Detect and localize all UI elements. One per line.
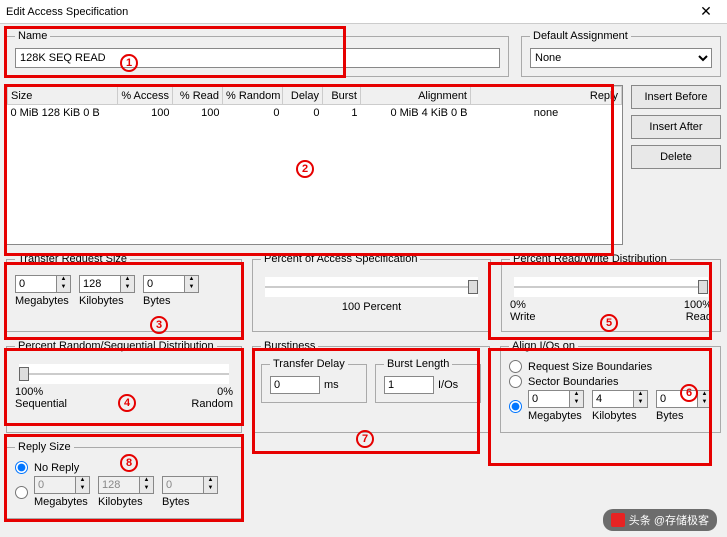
name-input[interactable] — [15, 48, 500, 68]
align-request-size-radio[interactable] — [509, 360, 522, 373]
spinner-icon: ▲▼ — [140, 476, 154, 494]
col-size: Size — [8, 87, 118, 105]
spinner-icon: ▲▼ — [204, 476, 218, 494]
spinner-icon[interactable]: ▲▼ — [634, 390, 648, 408]
random-seq-dist-group: Percent Random/Sequential Distribution 1… — [6, 340, 242, 433]
spinner-icon: ▲▼ — [76, 476, 90, 494]
trs-b-input[interactable] — [143, 275, 185, 293]
watermark: 头条 @存储极客 — [603, 509, 717, 531]
burst-length-group: Burst Length I/Os — [375, 358, 481, 403]
transfer-request-size-group: Transfer Request Size ▲▼Megabytes ▲▼Kilo… — [6, 253, 242, 332]
burst-length-input[interactable] — [384, 376, 434, 394]
default-assignment-group: Default Assignment None — [521, 30, 721, 77]
reply-custom-radio[interactable] — [15, 486, 28, 499]
percent-access-slider[interactable] — [265, 277, 478, 297]
percent-access-spec-group: Percent of Access Specification 100 Perc… — [252, 253, 491, 332]
spinner-icon[interactable]: ▲▼ — [570, 390, 584, 408]
access-spec-table[interactable]: Size % Access % Read % Random Delay Burs… — [6, 85, 623, 245]
spinner-icon[interactable]: ▲▼ — [185, 275, 199, 293]
reply-size-group: Reply Size No Reply ▲▼Megabytes ▲▼Kiloby… — [6, 441, 242, 519]
col-access: % Access — [118, 87, 173, 105]
name-group: Name — [6, 30, 509, 77]
delete-button[interactable]: Delete — [631, 145, 721, 169]
spinner-icon[interactable]: ▲▼ — [121, 275, 135, 293]
col-reply: Reply — [471, 87, 622, 105]
reply-mb-input — [34, 476, 76, 494]
read-write-dist-group: Percent Read/Write Distribution 0%Write … — [501, 253, 721, 332]
col-read: % Read — [173, 87, 223, 105]
align-io-group: Align I/Os on Request Size Boundaries Se… — [500, 340, 721, 433]
align-mb-input[interactable] — [528, 390, 570, 408]
trs-kb-input[interactable] — [79, 275, 121, 293]
transfer-delay-input[interactable] — [270, 376, 320, 394]
trs-mb-input[interactable] — [15, 275, 57, 293]
align-custom-radio[interactable] — [509, 400, 522, 413]
transfer-delay-group: Transfer Delay ms — [261, 358, 367, 403]
insert-before-button[interactable]: Insert Before — [631, 85, 721, 109]
align-kb-input[interactable] — [592, 390, 634, 408]
col-burst: Burst — [323, 87, 361, 105]
insert-after-button[interactable]: Insert After — [631, 115, 721, 139]
default-assignment-legend: Default Assignment — [530, 30, 631, 42]
spinner-icon[interactable]: ▲▼ — [57, 275, 71, 293]
align-b-input[interactable] — [656, 390, 698, 408]
title-bar: Edit Access Specification ✕ — [0, 0, 727, 24]
col-random: % Random — [223, 87, 283, 105]
name-legend: Name — [15, 30, 50, 42]
spinner-icon[interactable]: ▲▼ — [698, 390, 712, 408]
align-sector-radio[interactable] — [509, 375, 522, 388]
reply-b-input — [162, 476, 204, 494]
col-alignment: Alignment — [361, 87, 471, 105]
watermark-icon — [611, 513, 625, 527]
random-seq-slider[interactable] — [19, 364, 229, 384]
table-row[interactable]: 0 MiB 128 KiB 0 B 100 100 0 0 1 0 MiB 4 … — [8, 105, 622, 122]
close-icon[interactable]: ✕ — [691, 3, 721, 20]
window-title: Edit Access Specification — [6, 6, 691, 18]
burstiness-group: Burstiness Transfer Delay ms Burst Lengt… — [252, 340, 490, 433]
reply-kb-input — [98, 476, 140, 494]
no-reply-radio[interactable] — [15, 461, 28, 474]
default-assignment-select[interactable]: None — [530, 48, 712, 68]
read-write-slider[interactable] — [514, 277, 708, 297]
col-delay: Delay — [283, 87, 323, 105]
